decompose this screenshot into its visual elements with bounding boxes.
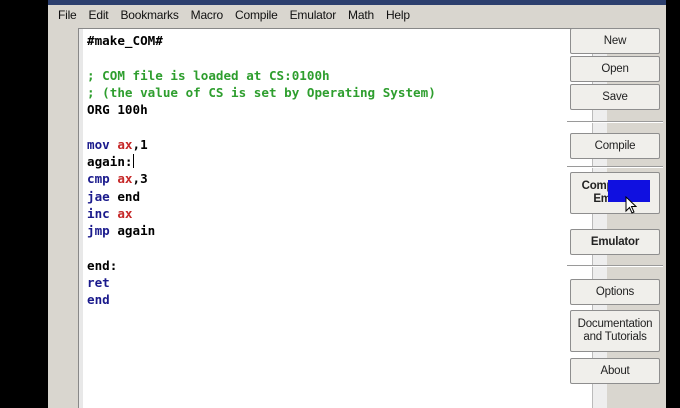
open-button[interactable]: Open [570,56,660,82]
emu8086-window: File Edit Bookmarks Macro Compile Emulat… [48,0,666,408]
code-line: jmp again [87,222,436,239]
code-token: end [87,292,110,308]
code-token: #make_COM# [87,33,163,48]
code-token: ret [87,275,110,291]
menu-file[interactable]: File [58,8,77,22]
code-token: again: [87,154,133,170]
code-token: cmp [87,171,118,187]
separator [567,265,663,267]
code-token: ORG 100h [87,102,148,118]
mouse-pointer-icon [625,196,637,214]
code-token: mov [87,136,118,152]
code-token: ; (the value of CS is set by Operating S… [87,84,436,100]
code-line: ORG 100h [87,101,436,118]
code-token: end: [87,257,118,273]
code-line: jae end [87,188,436,205]
code-line: inc ax [87,205,436,222]
separator [567,121,663,123]
code-line: mov ax,1 [87,136,436,153]
button-panel: New Open Save Compile Compile and Emulat… [565,0,666,408]
code-token: ax [117,205,133,221]
code-line: end [87,291,436,308]
code-line: ; COM file is loaded at CS:0100h [87,67,436,84]
code-token: end [117,188,141,204]
new-button[interactable]: New [570,28,660,54]
menu-macro[interactable]: Macro [191,8,224,22]
compile-button[interactable]: Compile [570,133,660,159]
code-line: #make_COM# [87,32,436,49]
menu-edit[interactable]: Edit [89,8,109,22]
menu-compile[interactable]: Compile [235,8,278,22]
code-line: cmp ax,3 [87,170,436,187]
menu-emulator[interactable]: Emulator [290,8,337,22]
code-token: jmp [87,223,118,239]
separator [567,166,663,168]
code-token: inc [87,205,118,221]
code-editor[interactable]: #make_COM# ; COM file is loaded at CS:01… [78,28,593,408]
code-line: ; (the value of CS is set by Operating S… [87,84,436,101]
options-button[interactable]: Options [570,279,660,305]
documentation-button[interactable]: Documentation and Tutorials [570,310,660,352]
menu-help[interactable]: Help [386,8,410,22]
code-line: ret [87,274,436,291]
text-cursor [132,154,134,169]
code-token: jae [87,188,118,204]
menu-math[interactable]: Math [348,8,374,22]
code-line: end: [87,257,436,274]
source-code[interactable]: #make_COM# ; COM file is loaded at CS:01… [87,32,436,309]
editor-gutter [79,29,83,408]
code-line: again: [87,153,436,170]
about-button[interactable]: About [570,358,660,384]
code-token: again [117,223,156,239]
menu-bookmarks[interactable]: Bookmarks [120,8,178,22]
code-token: ax [117,136,133,152]
emulator-button[interactable]: Emulator [570,229,660,255]
code-token: ; COM file is loaded at CS:0100h [87,67,330,83]
code-token: ,3 [132,171,148,187]
save-button[interactable]: Save [570,84,660,110]
code-token: ,1 [132,136,148,152]
code-token: ax [117,171,133,187]
